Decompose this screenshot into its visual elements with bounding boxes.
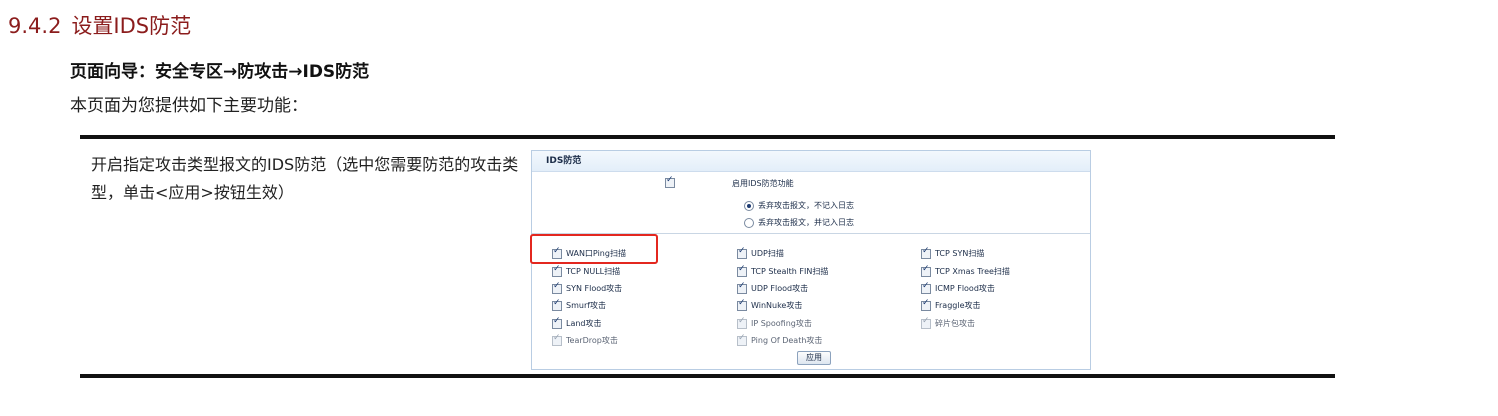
checkbox-disabled-icon	[552, 333, 562, 346]
attack-option-winnuke[interactable]: WinNuke攻击	[737, 295, 802, 314]
attack-option-label: Ping Of Death攻击	[751, 336, 823, 345]
checkbox-icon[interactable]	[921, 298, 931, 311]
apply-button[interactable]: 应用	[797, 351, 831, 365]
radio-drop-log-label: 丢弃攻击报文，并记入日志	[758, 218, 854, 227]
attack-option-fraggle[interactable]: Fraggle攻击	[921, 295, 981, 314]
highlight-box	[530, 234, 658, 264]
checkbox-disabled-icon	[737, 316, 747, 329]
attack-option-label: SYN Flood攻击	[566, 284, 623, 293]
attack-option-tcp-syn-scan[interactable]: TCP SYN扫描	[921, 243, 984, 262]
enable-ids-checkbox[interactable]	[665, 175, 675, 188]
attack-option-label: 碎片包攻击	[935, 319, 975, 328]
attack-option-fragment: 碎片包攻击	[921, 313, 975, 332]
attack-option-label: TearDrop攻击	[566, 336, 618, 345]
radio-drop-no-log-label: 丢弃攻击报文，不记入日志	[758, 201, 854, 210]
enable-ids-label: 启用IDS防范功能	[732, 179, 794, 188]
attack-option-udp-scan[interactable]: UDP扫描	[737, 243, 784, 262]
section-heading: 9.4.2 设置IDS防范	[8, 10, 191, 40]
table-bottom-rule	[80, 374, 1335, 378]
intro-text: 本页面为您提供如下主要功能：	[70, 96, 308, 116]
checkbox-icon[interactable]	[737, 298, 747, 311]
radio-unselected-icon[interactable]	[744, 217, 754, 228]
checkbox-icon[interactable]	[552, 264, 562, 277]
attack-option-ping-of-death: Ping Of Death攻击	[737, 330, 822, 349]
attack-option-label: Land攻击	[566, 319, 602, 328]
checkbox-disabled-icon	[737, 333, 747, 346]
attack-option-label: WinNuke攻击	[751, 301, 803, 310]
attack-option-label: ICMP Flood攻击	[935, 284, 995, 293]
checkbox-icon[interactable]	[552, 316, 562, 329]
feature-description: 开启指定攻击类型报文的IDS防范（选中您需要防范的攻击类型，单击<应用>按钮生效…	[91, 155, 519, 202]
attack-option-label: UDP扫描	[751, 249, 784, 258]
nav-path: 页面向导：安全专区→防攻击→IDS防范	[70, 62, 370, 82]
attack-option-label: TCP Xmas Tree扫描	[935, 267, 1010, 276]
attack-option-label: Smurf攻击	[566, 301, 607, 310]
attack-option-smurf[interactable]: Smurf攻击	[552, 295, 606, 314]
checkbox-icon[interactable]	[737, 264, 747, 277]
radio-drop-log[interactable]: 丢弃攻击报文，并记入日志	[744, 212, 854, 231]
section-title: 设置IDS防范	[71, 14, 192, 38]
checkbox-icon[interactable]	[552, 281, 562, 294]
attack-option-label: TCP SYN扫描	[935, 249, 985, 258]
checkbox-disabled-icon	[921, 316, 931, 329]
checkbox-icon[interactable]	[921, 281, 931, 294]
attack-option-label: IP Spoofing攻击	[751, 319, 812, 328]
checkbox-icon[interactable]	[921, 246, 931, 259]
attack-option-label: TCP NULL扫描	[566, 267, 621, 276]
radio-selected-icon[interactable]	[744, 200, 754, 211]
section-number: 9.4.2	[8, 14, 62, 38]
attack-option-label: TCP Stealth FIN扫描	[751, 267, 829, 276]
checkbox-icon[interactable]	[552, 298, 562, 311]
panel-title: IDS防范	[532, 151, 1090, 172]
attack-option-label: UDP Flood攻击	[751, 284, 809, 293]
attack-option-teardrop: TearDrop攻击	[552, 330, 618, 349]
table-top-rule	[80, 135, 1335, 139]
checkbox-icon[interactable]	[737, 281, 747, 294]
ids-settings-screenshot: IDS防范 启用IDS防范功能 丢弃攻击报文，不记入日志 丢弃攻击报文，并记入日…	[530, 150, 1091, 370]
checkbox-icon[interactable]	[921, 264, 931, 277]
attack-option-label: Fraggle攻击	[935, 301, 981, 310]
checkbox-icon[interactable]	[737, 246, 747, 259]
